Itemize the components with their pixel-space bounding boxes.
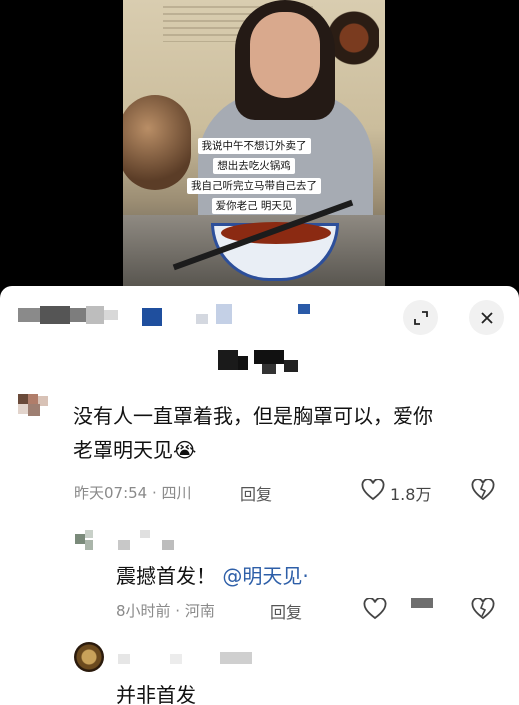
caption-line: 我自己听完立马带自己去了 xyxy=(187,178,321,194)
caption-line: 爱你老己 明天见 xyxy=(211,198,297,214)
person-face xyxy=(250,12,320,98)
expand-icon xyxy=(413,310,428,325)
reply-button[interactable]: 回复 xyxy=(240,481,272,505)
expand-button[interactable] xyxy=(403,300,438,335)
reply-text: 并非首发 xyxy=(116,678,196,705)
crying-emoji: 😭 xyxy=(173,438,197,462)
comment-time-location: 昨天07:54 · 四川 xyxy=(74,484,192,502)
caption-line: 我说中午不想订外卖了 xyxy=(197,138,311,154)
reply-text: 震撼首发！ @明天见· xyxy=(116,559,309,593)
video-frame: 我说中午不想订外卖了 想出去吃火锅鸡 我自己听完立马带自己去了 爱你老己 明天见 xyxy=(123,0,385,286)
like-count-pixelated xyxy=(411,598,433,608)
reply-time-location: 8小时前 · 河南 xyxy=(116,602,215,620)
heart-icon[interactable] xyxy=(363,598,387,620)
like-count: 1.8万 xyxy=(390,485,432,504)
reply-text-content: 震撼首发！ xyxy=(116,564,216,588)
comment-text-line: 没有人一直罩着我，但是胸罩可以，爱你 xyxy=(73,404,433,428)
comment-text-line: 老罩明天见😭 xyxy=(73,433,433,467)
close-icon xyxy=(480,311,493,324)
reply-text-content: 并非首发 xyxy=(116,683,196,705)
video-captions: 我说中午不想订外卖了 想出去吃火锅鸡 我自己听完立马带自己去了 爱你老己 明天见 xyxy=(123,138,385,214)
comment-sheet: 没有人一直罩着我，但是胸罩可以，爱你 老罩明天见😭 昨天07:54 · 四川 回… xyxy=(0,286,519,705)
dislike-heart-icon[interactable] xyxy=(471,598,495,620)
reply-avatar[interactable] xyxy=(74,642,104,672)
reply-button[interactable]: 回复 xyxy=(270,599,302,623)
wall-ornament xyxy=(329,0,379,95)
mention-link[interactable]: @明天见· xyxy=(222,564,308,588)
close-button[interactable] xyxy=(469,300,504,335)
caption-line: 想出去吃火锅鸡 xyxy=(213,158,295,174)
comment-text: 没有人一直罩着我，但是胸罩可以，爱你 老罩明天见😭 xyxy=(73,399,433,467)
video-player[interactable]: 我说中午不想订外卖了 想出去吃火锅鸡 我自己听完立马带自己去了 爱你老己 明天见 xyxy=(0,0,519,286)
heart-icon[interactable] xyxy=(361,479,385,501)
dislike-heart-icon[interactable] xyxy=(471,479,495,501)
comment-text-line2: 老罩明天见 xyxy=(73,438,173,462)
